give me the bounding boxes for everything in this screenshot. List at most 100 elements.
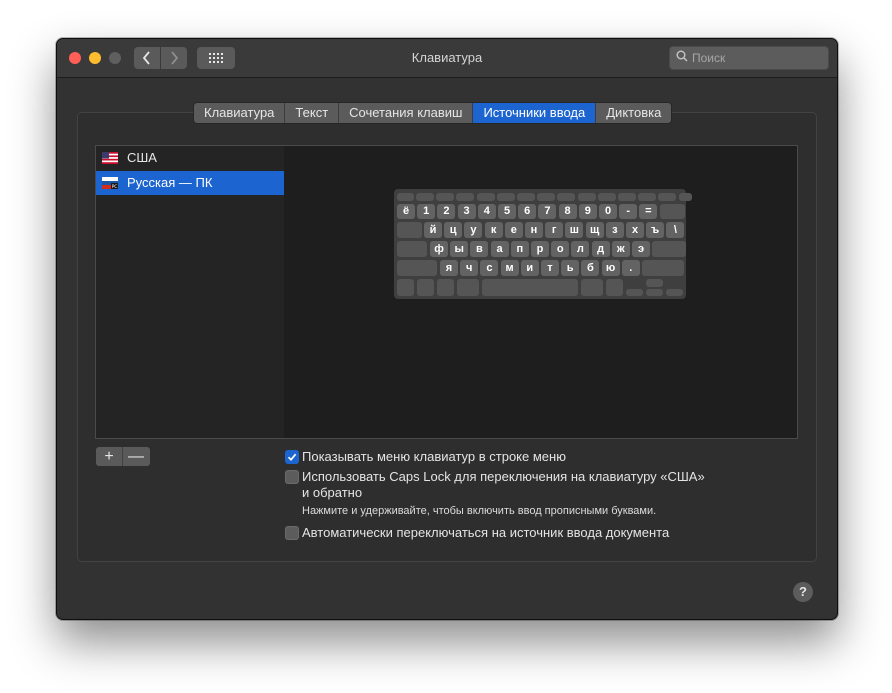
keyboard-key: о bbox=[551, 241, 570, 257]
keyboard-key bbox=[476, 193, 495, 201]
keyboard-key bbox=[646, 289, 663, 296]
keyboard-key bbox=[482, 279, 578, 296]
keyboard-key: \ bbox=[666, 222, 685, 238]
tab-dictation[interactable]: Диктовка bbox=[596, 103, 672, 123]
preferences-window: Клавиатура Поиск Клавиатура Текст Сочета… bbox=[56, 38, 838, 620]
tab-text[interactable]: Текст bbox=[285, 103, 340, 123]
keyboard-key bbox=[397, 260, 437, 276]
caps-lock-label-line2[interactable]: и обратно bbox=[302, 485, 362, 500]
keyboard-key: ъ bbox=[646, 222, 665, 238]
keyboard-key: ы bbox=[450, 241, 469, 257]
keyboard-key bbox=[496, 193, 515, 201]
keyboard-key bbox=[597, 193, 616, 201]
keyboard-key bbox=[577, 193, 596, 201]
keyboard-key bbox=[658, 193, 677, 201]
show-menu-label[interactable]: Показывать меню клавиатур в строке меню bbox=[302, 449, 566, 464]
caps-lock-checkbox[interactable] bbox=[285, 470, 299, 484]
keyboard-key bbox=[517, 193, 535, 201]
keyboard-key bbox=[416, 193, 434, 201]
keyboard-key bbox=[646, 279, 663, 287]
keyboard-key bbox=[659, 204, 685, 219]
keyboard-key bbox=[397, 222, 422, 238]
checkmark-icon bbox=[287, 453, 297, 461]
keyboard-key: - bbox=[619, 204, 638, 219]
keyboard-key: п bbox=[510, 241, 529, 257]
keyboard-layout: ё 1 2 3 4 5 6 7 8 9 0- = й ц у к е н г ш щ з х ъ \ ф ы в а п р о л д ж э я ч с… bbox=[394, 189, 692, 299]
keyboard-key bbox=[618, 193, 636, 201]
keyboard-key: 9 bbox=[578, 204, 597, 219]
keyboard-key: с bbox=[480, 260, 499, 276]
title-bar: Клавиатура Поиск bbox=[57, 39, 837, 78]
input-sources-list[interactable]: США PC Русская — ПК bbox=[95, 145, 286, 439]
keyboard-key: у bbox=[464, 222, 483, 238]
keyboard-key bbox=[652, 241, 687, 257]
help-button[interactable]: ? bbox=[793, 582, 813, 602]
keyboard-key bbox=[666, 289, 683, 296]
list-item-usa[interactable]: США bbox=[96, 146, 285, 170]
keyboard-key: 3 bbox=[457, 204, 476, 219]
keyboard-key bbox=[397, 193, 414, 201]
search-icon bbox=[676, 50, 688, 62]
list-item-russian-pc[interactable]: PC Русская — ПК bbox=[96, 171, 285, 195]
keyboard-key: з bbox=[605, 222, 624, 238]
keyboard-key: = bbox=[639, 204, 658, 219]
remove-source-button[interactable]: — bbox=[123, 447, 149, 466]
keyboard-key: л bbox=[571, 241, 590, 257]
add-source-button[interactable]: + bbox=[96, 447, 123, 466]
keyboard-key: н bbox=[525, 222, 543, 238]
keyboard-key: 8 bbox=[558, 204, 577, 219]
keyboard-key: в bbox=[470, 241, 489, 257]
keyboard-key bbox=[642, 260, 684, 276]
tab-input-sources[interactable]: Источники ввода bbox=[473, 103, 597, 123]
keyboard-key: 0 bbox=[599, 204, 617, 219]
keyboard-key: ш bbox=[565, 222, 584, 238]
keyboard-key bbox=[626, 289, 643, 296]
keyboard-key: и bbox=[520, 260, 539, 276]
caps-lock-hint: Нажмите и удерживайте, чтобы включить вв… bbox=[302, 505, 657, 517]
keyboard-key: 7 bbox=[538, 204, 557, 219]
tab-shortcuts[interactable]: Сочетания клавиш bbox=[339, 103, 474, 123]
keyboard-key: я bbox=[440, 260, 458, 276]
keyboard-key bbox=[557, 193, 576, 201]
keyboard-key: р bbox=[531, 241, 549, 257]
keyboard-key: ч bbox=[460, 260, 479, 276]
keyboard-key: э bbox=[632, 241, 650, 257]
keyboard-key: м bbox=[500, 260, 519, 276]
ru-flag-icon: PC bbox=[102, 177, 118, 189]
keyboard-key: 2 bbox=[437, 204, 456, 219]
us-flag-icon bbox=[102, 152, 118, 164]
keyboard-key: т bbox=[541, 260, 559, 276]
caps-lock-label[interactable]: Использовать Caps Lock для переключения … bbox=[302, 469, 705, 484]
keyboard-key: 6 bbox=[518, 204, 537, 219]
auto-switch-label[interactable]: Автоматически переключаться на источник … bbox=[302, 525, 669, 540]
keyboard-key: . bbox=[621, 260, 640, 276]
keyboard-key bbox=[436, 193, 455, 201]
keyboard-key: ё bbox=[397, 204, 415, 219]
auto-switch-checkbox[interactable] bbox=[285, 526, 299, 540]
keyboard-key: ж bbox=[611, 241, 630, 257]
keyboard-key: щ bbox=[585, 222, 604, 238]
keyboard-key bbox=[397, 279, 414, 296]
keyboard-key bbox=[457, 279, 479, 296]
keyboard-key: б bbox=[581, 260, 600, 276]
keyboard-key: г bbox=[545, 222, 564, 238]
keyboard-key: 1 bbox=[417, 204, 436, 219]
keyboard-key: 5 bbox=[498, 204, 516, 219]
search-field[interactable]: Поиск bbox=[669, 46, 829, 70]
show-menu-checkbox[interactable] bbox=[285, 450, 299, 464]
flag-badge: PC bbox=[112, 184, 118, 189]
keyboard-key: ь bbox=[561, 260, 580, 276]
keyboard-key: й bbox=[424, 222, 442, 238]
tab-keyboard[interactable]: Клавиатура bbox=[194, 103, 286, 123]
keyboard-key: ц bbox=[444, 222, 463, 238]
list-item-label: Русская — ПК bbox=[127, 175, 213, 190]
keyboard-key: 4 bbox=[477, 204, 496, 219]
keyboard-key: а bbox=[490, 241, 509, 257]
keyboard-key: е bbox=[504, 222, 523, 238]
keyboard-key bbox=[581, 279, 603, 296]
keyboard-key: д bbox=[591, 241, 610, 257]
keyboard-key bbox=[437, 279, 454, 296]
keyboard-key bbox=[417, 279, 434, 296]
list-item-label: США bbox=[127, 150, 157, 165]
tab-bar: Клавиатура Текст Сочетания клавиш Источн… bbox=[193, 102, 673, 124]
